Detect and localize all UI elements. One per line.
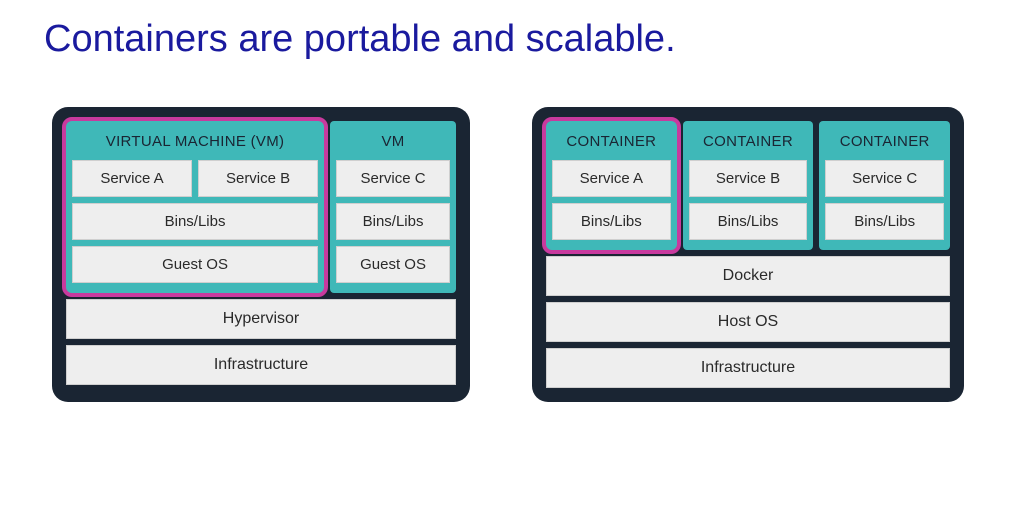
bins-libs-cell: Bins/Libs [336,203,450,240]
service-cell: Service A [72,160,192,197]
container-header-label: CONTAINER [819,121,950,160]
container-header-label: CONTAINER [546,121,677,160]
infrastructure-layer: Infrastructure [546,348,950,388]
diagrams-wrapper: VIRTUAL MACHINE (VM) Service A Service B… [0,61,1024,402]
bins-libs-cell: Bins/Libs [552,203,671,240]
guest-os-cell: Guest OS [72,246,318,283]
service-cell: Service A [552,160,671,197]
container-architecture-panel: CONTAINER Service A Bins/Libs CONTAINER … [532,107,964,402]
container-box: CONTAINER Service C Bins/Libs [819,121,950,250]
container-header-label: CONTAINER [683,121,814,160]
vm-services-row: Service A Service B [66,160,324,197]
vm-services-row: Service C [330,160,456,197]
docker-layer: Docker [546,256,950,296]
container-box-highlighted: CONTAINER Service A Bins/Libs [542,117,681,254]
vm-row: VIRTUAL MACHINE (VM) Service A Service B… [66,121,456,293]
service-cell: Service C [336,160,450,197]
vm-architecture-panel: VIRTUAL MACHINE (VM) Service A Service B… [52,107,470,402]
page-title: Containers are portable and scalable. [0,0,1024,61]
container-box: CONTAINER Service B Bins/Libs [683,121,814,250]
service-cell: Service B [689,160,808,197]
vm-header-label: VM [330,121,456,160]
container-row: CONTAINER Service A Bins/Libs CONTAINER … [546,121,950,250]
service-cell: Service C [825,160,944,197]
vm-header-label: VIRTUAL MACHINE (VM) [66,121,324,160]
bins-libs-cell: Bins/Libs [689,203,808,240]
bins-libs-cell: Bins/Libs [72,203,318,240]
service-cell: Service B [198,160,318,197]
host-os-layer: Host OS [546,302,950,342]
bins-libs-cell: Bins/Libs [825,203,944,240]
guest-os-cell: Guest OS [336,246,450,283]
hypervisor-layer: Hypervisor [66,299,456,339]
vm-box-highlighted: VIRTUAL MACHINE (VM) Service A Service B… [62,117,328,297]
infrastructure-layer: Infrastructure [66,345,456,385]
vm-box: VM Service C Bins/Libs Guest OS [330,121,456,293]
